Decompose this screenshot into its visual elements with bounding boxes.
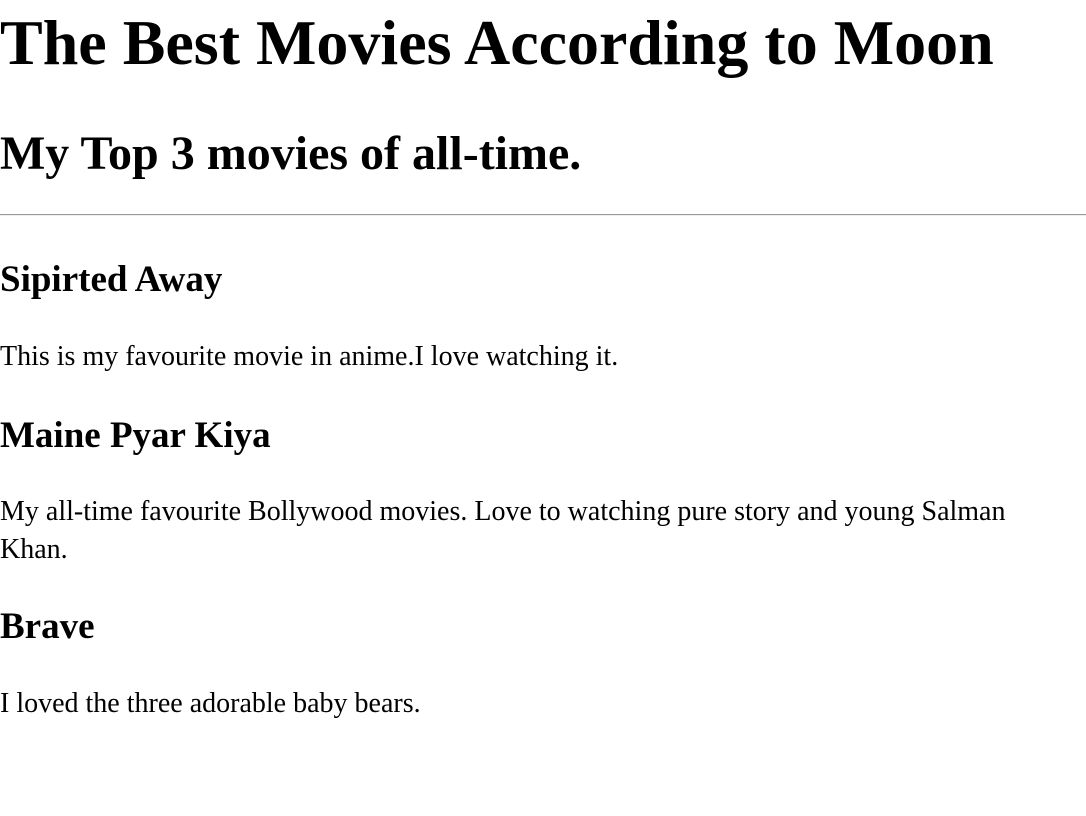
movie-description: This is my favourite movie in anime.I lo…	[0, 341, 619, 372]
divider	[0, 214, 1086, 216]
movie-description: My all-time favourite Bollywood movies. …	[0, 496, 1006, 565]
movie-title: Maine Pyar Kiya	[0, 415, 271, 456]
movie-description: I loved the three adorable baby bears.	[0, 688, 421, 719]
movie-title: Sipirted Away	[0, 259, 223, 300]
page: The Best Movies According to Moon My Top…	[0, 0, 1086, 816]
movie-title: Brave	[0, 606, 95, 647]
page-subtitle: My Top 3 movies of all-time.	[0, 127, 582, 180]
page-title: The Best Movies According to Moon	[0, 7, 994, 78]
